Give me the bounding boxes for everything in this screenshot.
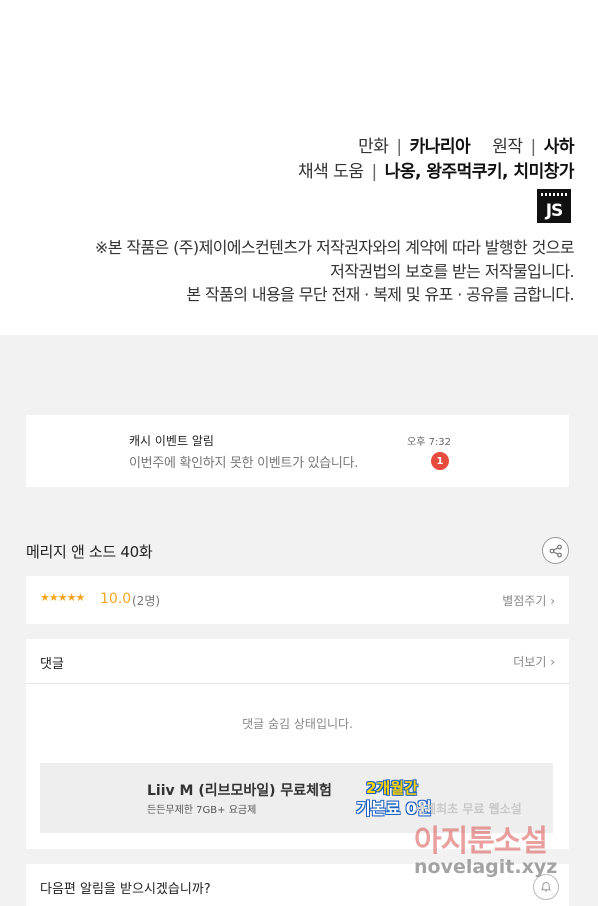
comic-label: 만화 (358, 137, 389, 157)
original-author: 사하 (543, 137, 575, 157)
comment-header: 댓글 더보기 › (26, 639, 569, 684)
publisher-logo: JS (537, 189, 571, 223)
author-credit-line: 만화 | 카나리아 원작 | 사하 (358, 132, 574, 157)
notify-bell-button[interactable] (533, 874, 559, 900)
ad-title: Liiv M (리브모바일) 무료체험 (147, 783, 332, 799)
color-label: 채색 도움 (298, 162, 364, 182)
separator: | (530, 137, 536, 157)
notify-prompt: 다음편 알림을 받으시겠습니까? (40, 882, 211, 897)
event-message: 이번주에 확인하지 못한 이벤트가 있습니다. (129, 456, 359, 471)
ad-promo-graphic: 2개월간 기본료 0원 (356, 771, 440, 827)
copyright-notice-line: 저작권법의 보호를 받는 저작물입니다. (330, 262, 574, 281)
ad-banner[interactable]: Liiv M (리브모바일) 무료체험 든든무제한 7GB+ 요금제 2개월간 … (40, 763, 553, 833)
event-title: 캐시 이벤트 알림 (129, 434, 214, 448)
event-notification-card[interactable]: 캐시 이벤트 알림 이번주에 확인하지 못한 이벤트가 있습니다. 오후 7:3… (26, 415, 569, 487)
separator: | (371, 162, 377, 182)
comments-hidden-message: 댓글 숨김 상태입니다. (242, 717, 353, 731)
color-assistants: 나옹, 왕주먹쿠키, 치미창가 (384, 162, 575, 182)
color-credit-line: 채색 도움 | 나옹, 왕주먹쿠키, 치미창가 (298, 157, 575, 182)
next-episode-notify-card: 다음편 알림을 받으시겠습니까? (26, 864, 569, 906)
more-comments-link[interactable]: 더보기 › (513, 653, 555, 670)
bell-icon (540, 881, 552, 892)
comment-card: 댓글 더보기 › 댓글 숨김 상태입니다. Liiv M (리브모바일) 무료체… (26, 639, 569, 849)
event-time: 오후 7:32 (407, 437, 452, 448)
ad-subtitle: 든든무제한 7GB+ 요금제 (147, 805, 257, 816)
share-button[interactable] (542, 537, 569, 564)
credits-section: 만화 | 카나리아 원작 | 사하 채색 도움 | 나옹, 왕주먹쿠키, 치미창가 JS ※본… (0, 0, 598, 335)
star-rating: ★★★★★ (40, 591, 85, 604)
rate-button[interactable]: 별점주기 › (502, 592, 555, 609)
separator: | (396, 137, 402, 157)
share-icon (549, 544, 562, 557)
comment-label: 댓글 (40, 657, 64, 672)
original-label: 원작 (492, 137, 523, 157)
rating-count: (2명) (132, 594, 161, 608)
rating-card: ★★★★★ 10.0 (2명) 별점주기 › (26, 576, 569, 624)
rating-score: 10.0 (100, 591, 132, 607)
copyright-notice-line: ※본 작품은 (주)제이에스컨텐츠가 저작권자와의 계약에 따라 발행한 것으로 (94, 238, 575, 257)
comic-author: 카나리아 (409, 137, 471, 157)
episode-title: 메리지 앤 소드 40화 (26, 543, 153, 561)
copyright-notice-line: 본 작품의 내용을 무단 전재 · 복제 및 유포 · 공유를 금합니다. (186, 285, 574, 304)
event-count-badge: 1 (431, 452, 449, 470)
ad-badge-line2: 기본료 0원 (356, 799, 432, 818)
